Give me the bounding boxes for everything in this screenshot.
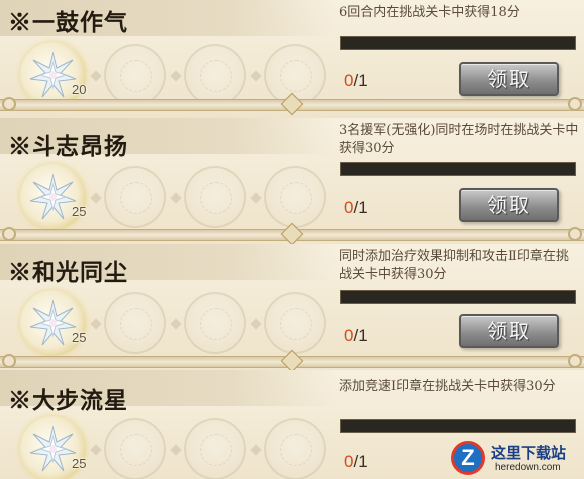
divider-ornament [2, 227, 16, 241]
progress-text: 0/1 [344, 198, 368, 218]
reward-count: 25 [72, 204, 87, 219]
task-title: ※大步流星 [8, 387, 128, 414]
task-title: ※斗志昂扬 [8, 133, 128, 160]
empty-reward-slot-icon [184, 418, 246, 479]
reward-slots: 25 [20, 288, 335, 358]
slot-separator [90, 444, 102, 456]
claim-button[interactable]: 领取 [459, 314, 559, 348]
claim-button[interactable]: 领取 [459, 188, 559, 222]
claim-button[interactable]: 领取 [459, 62, 559, 96]
divider-ornament [2, 97, 16, 111]
task-description: 添加竞速Ⅰ印章在挑战关卡中获得30分 [339, 379, 556, 394]
slot-separator [170, 318, 182, 330]
empty-reward-slot-icon [104, 166, 166, 228]
empty-reward-slot-icon [264, 166, 326, 228]
reward-slot[interactable] [20, 290, 86, 356]
progress-bar [340, 162, 576, 176]
section-divider [0, 222, 584, 246]
empty-reward-slot-icon [184, 292, 246, 354]
reward-slots: 25 [20, 162, 335, 232]
divider-ornament [568, 354, 582, 368]
empty-reward-slot-icon [264, 418, 326, 479]
progress-total: 1 [358, 71, 368, 90]
task-description: 3名援军(无强化)同时在场时在挑战关卡中获得30分 [339, 123, 579, 156]
reward-slot[interactable] [20, 164, 86, 230]
empty-reward-slot-icon [104, 44, 166, 106]
progress-total: 1 [358, 198, 368, 217]
reward-count: 25 [72, 330, 87, 345]
site-watermark: Z 这里下载站 heredown.com [447, 440, 584, 479]
slot-separator [90, 318, 102, 330]
section-divider [0, 92, 584, 116]
task-title: ※和光同尘 [8, 259, 128, 286]
crystal-star-icon [29, 173, 77, 220]
empty-reward-slot-icon [104, 418, 166, 479]
reward-slots: 25 [20, 414, 335, 479]
empty-reward-slot-icon [104, 292, 166, 354]
crystal-star-icon [29, 299, 77, 346]
progress-total: 1 [358, 326, 368, 345]
reward-count: 20 [72, 82, 87, 97]
watermark-logo: Z [451, 441, 485, 475]
task-card: ※斗志昂扬 25 3名援军(无强化)同时在场时在挑战关卡中获得30分 0/1 领… [0, 118, 584, 236]
progress-bar [340, 419, 576, 433]
divider-ornament [2, 354, 16, 368]
slot-separator [170, 70, 182, 82]
progress-bar [340, 36, 576, 50]
watermark-name: 这里下载站 [491, 444, 567, 462]
task-description: 6回合内在挑战关卡中获得18分 [339, 5, 520, 20]
task-title: ※一鼓作气 [8, 9, 128, 36]
progress-text: 0/1 [344, 452, 368, 472]
empty-reward-slot-icon [184, 166, 246, 228]
progress-text: 0/1 [344, 326, 368, 346]
progress-bar [340, 290, 576, 304]
crystal-star-icon [29, 425, 77, 472]
reward-count: 25 [72, 456, 87, 471]
slot-separator [250, 192, 262, 204]
slot-separator [90, 70, 102, 82]
progress-text: 0/1 [344, 71, 368, 91]
task-card: ※和光同尘 25 同时添加治疗效果抑制和攻击Ⅱ印章在挑战关卡中获得30分 0/1… [0, 244, 584, 362]
slot-separator [170, 192, 182, 204]
watermark-domain: heredown.com [495, 462, 561, 473]
task-description: 同时添加治疗效果抑制和攻击Ⅱ印章在挑战关卡中获得30分 [339, 249, 569, 282]
section-divider [0, 349, 584, 373]
progress-total: 1 [358, 452, 368, 471]
empty-reward-slot-icon [264, 292, 326, 354]
slot-separator [90, 192, 102, 204]
slot-separator [250, 444, 262, 456]
empty-reward-slot-icon [184, 44, 246, 106]
slot-separator [170, 444, 182, 456]
slot-separator [250, 318, 262, 330]
slot-separator [250, 70, 262, 82]
divider-ornament [568, 97, 582, 111]
divider-ornament [568, 227, 582, 241]
crystal-star-icon [29, 51, 77, 98]
